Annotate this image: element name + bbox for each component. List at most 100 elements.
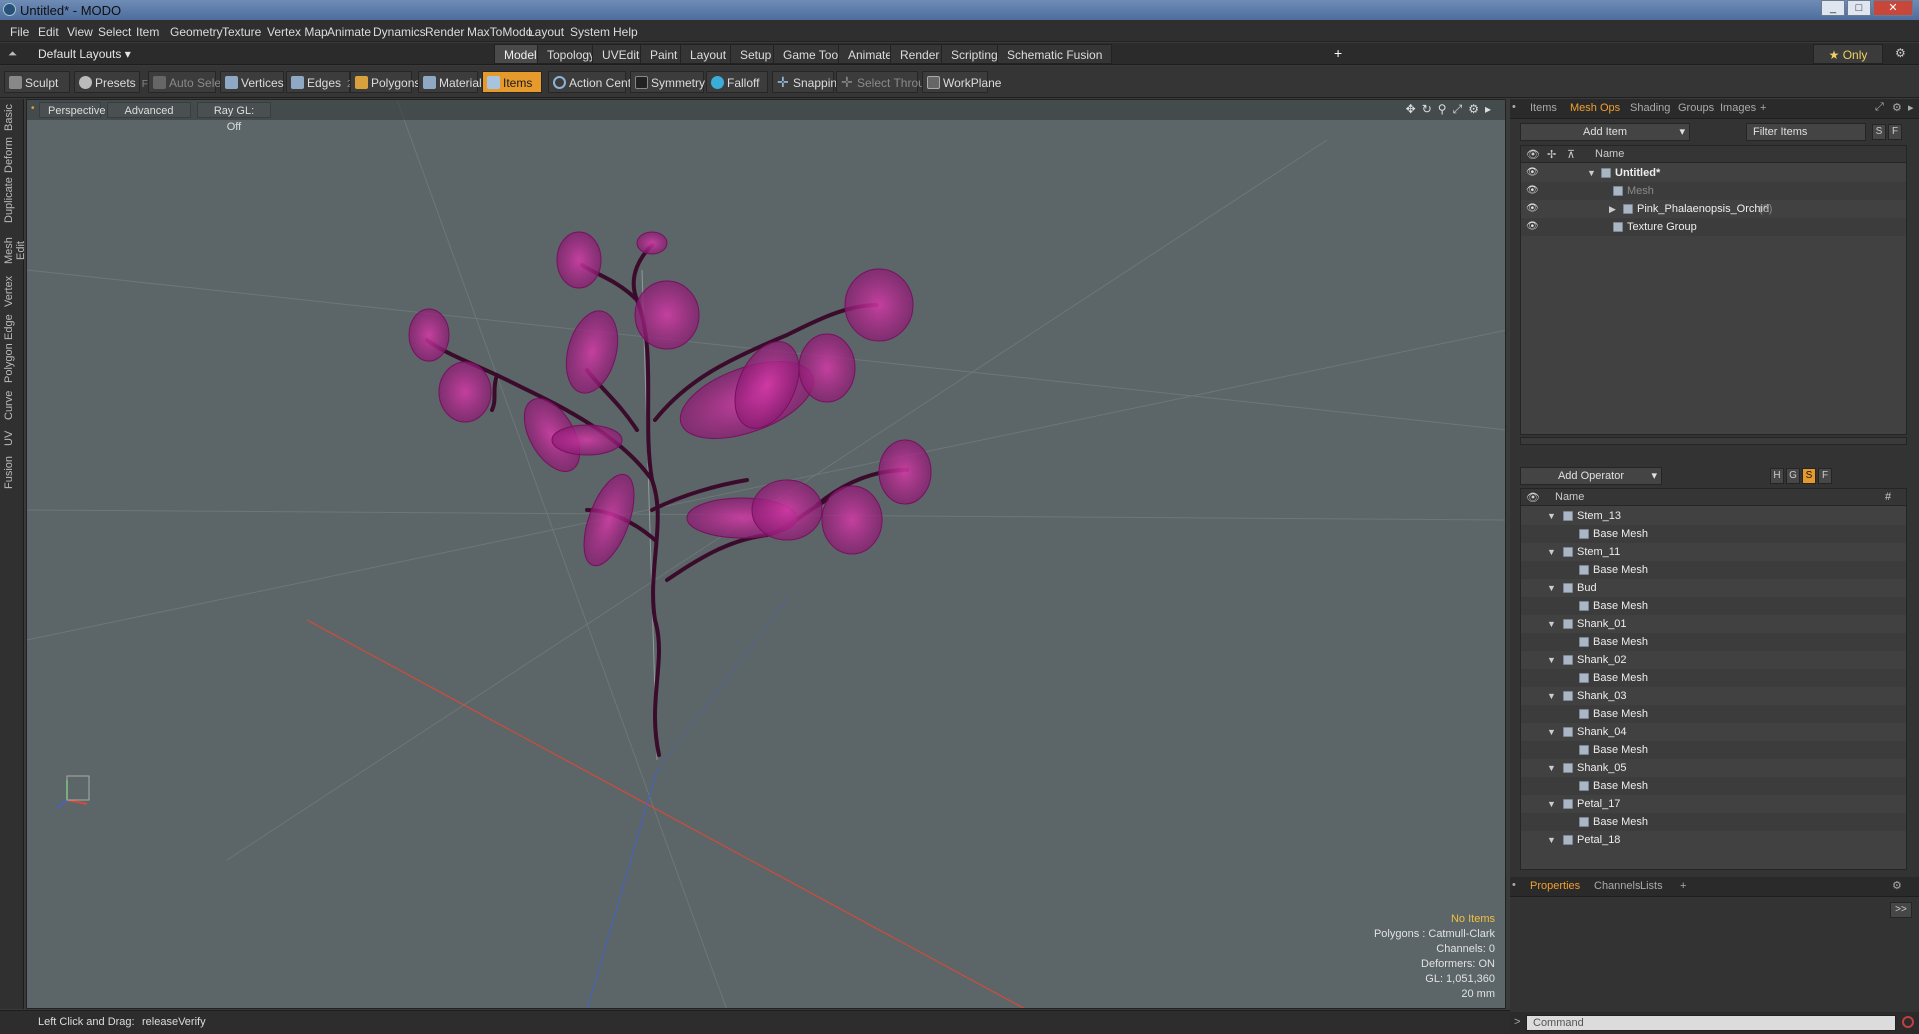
maximize-icon[interactable]: ⤢ bbox=[1453, 102, 1463, 117]
panel-gear-icon[interactable]: ⚙ bbox=[1892, 101, 1902, 114]
mesh-op-row[interactable]: ▼ Shank_05 bbox=[1521, 759, 1906, 777]
viewport-scene[interactable] bbox=[27, 100, 1506, 1009]
select-through-button[interactable]: ✛ Select Through bbox=[836, 71, 938, 93]
expand-down-icon[interactable]: ▼ bbox=[1547, 651, 1556, 669]
pan-icon[interactable]: ✥ bbox=[1406, 102, 1416, 117]
falloff-button[interactable]: Falloff bbox=[706, 71, 768, 93]
only-toggle[interactable]: ★ Only bbox=[1813, 44, 1883, 64]
add-item-button[interactable]: Add Item ▾ bbox=[1520, 123, 1690, 141]
item-row[interactable]: 👁 ▶ Pink_Phalaenopsis_Orchid (3) bbox=[1521, 200, 1906, 218]
properties-tab-lists[interactable]: Lists bbox=[1640, 880, 1663, 892]
panel-tab-shading[interactable]: Shading bbox=[1630, 102, 1670, 114]
orchid-model[interactable] bbox=[408, 231, 932, 757]
eye-icon[interactable]: 👁 bbox=[1526, 218, 1539, 236]
left-tab-edge[interactable]: Edge bbox=[3, 313, 21, 341]
expand-down-icon[interactable]: ▼ bbox=[1587, 164, 1596, 182]
tab-schematic-fusion[interactable]: Schematic Fusion bbox=[997, 44, 1113, 64]
presets-button[interactable]: PresetsF6 bbox=[74, 71, 153, 93]
tab-layout[interactable]: Layout bbox=[680, 44, 737, 64]
mesh-op-row[interactable]: ▼ Shank_04 bbox=[1521, 723, 1906, 741]
filter-s-button[interactable]: S bbox=[1872, 124, 1886, 140]
viewport-gear-icon[interactable]: ⚙ bbox=[1468, 102, 1479, 117]
left-tab-vertex[interactable]: Vertex bbox=[3, 276, 21, 307]
view-type-dropdown[interactable]: Perspective bbox=[39, 102, 105, 118]
mesh-op-row[interactable]: ▼ Stem_13 bbox=[1521, 507, 1906, 525]
base-mesh-row[interactable]: Base Mesh bbox=[1521, 741, 1906, 759]
mesh-op-row[interactable]: ▼ Bud bbox=[1521, 579, 1906, 597]
close-button[interactable]: ✕ bbox=[1873, 0, 1913, 16]
mesh-op-row[interactable]: ▼ Petal_17 bbox=[1521, 795, 1906, 813]
base-mesh-row[interactable]: Base Mesh bbox=[1521, 597, 1906, 615]
menu-geometry[interactable]: Geometry bbox=[170, 25, 223, 39]
left-tab-fusion[interactable]: Fusion bbox=[3, 455, 21, 489]
base-mesh-row[interactable]: Base Mesh bbox=[1521, 669, 1906, 687]
items-scrollbar[interactable] bbox=[1520, 437, 1907, 445]
properties-add-tab-button[interactable]: + bbox=[1680, 880, 1686, 892]
expand-down-icon[interactable]: ▼ bbox=[1547, 759, 1556, 777]
mesh-op-row[interactable]: ▼ Shank_01 bbox=[1521, 615, 1906, 633]
panel-tab-items[interactable]: Items bbox=[1530, 102, 1557, 114]
eye-icon[interactable]: 👁 bbox=[1526, 182, 1539, 200]
menu-animate[interactable]: Animate bbox=[327, 25, 371, 39]
base-mesh-row[interactable]: Base Mesh bbox=[1521, 525, 1906, 543]
base-mesh-row[interactable]: Base Mesh bbox=[1521, 777, 1906, 795]
record-icon[interactable] bbox=[1902, 1016, 1914, 1028]
left-tab-curve[interactable]: Curve bbox=[3, 389, 21, 421]
viewport-arrow-icon[interactable]: ▸ bbox=[1485, 102, 1491, 117]
panel-menu-dot[interactable]: • bbox=[1512, 101, 1516, 113]
maximize-button[interactable]: □ bbox=[1847, 0, 1871, 16]
menu-edit[interactable]: Edit bbox=[38, 25, 59, 39]
properties-menu-dot[interactable]: • bbox=[1512, 879, 1516, 891]
menu-item[interactable]: Item bbox=[136, 25, 159, 39]
filter-f-button[interactable]: F bbox=[1888, 124, 1902, 140]
expand-down-icon[interactable]: ▼ bbox=[1547, 687, 1556, 705]
item-row[interactable]: 👁 Texture Group bbox=[1521, 218, 1906, 236]
command-input[interactable]: Command bbox=[1526, 1015, 1896, 1031]
base-mesh-row[interactable]: Base Mesh bbox=[1521, 561, 1906, 579]
menu-select[interactable]: Select bbox=[98, 25, 131, 39]
expand-down-icon[interactable]: ▼ bbox=[1547, 831, 1556, 849]
expand-right-icon[interactable]: ▶ bbox=[1609, 200, 1616, 218]
menu-vertex-map[interactable]: Vertex Map bbox=[267, 25, 328, 39]
properties-tab-properties[interactable]: Properties bbox=[1530, 880, 1580, 892]
snapping-button[interactable]: ✛ Snapping bbox=[772, 71, 844, 93]
shading-mode-dropdown[interactable]: Advanced bbox=[107, 102, 191, 118]
mesh-op-row[interactable]: ▼ Stem_11 bbox=[1521, 543, 1906, 561]
left-tab-polygon[interactable]: Polygon bbox=[3, 343, 21, 383]
left-tab-basic[interactable]: Basic bbox=[3, 103, 21, 133]
mesh-op-row[interactable]: ▼ Shank_03 bbox=[1521, 687, 1906, 705]
panel-tab-images[interactable]: Images bbox=[1720, 102, 1756, 114]
panel-tab-groups[interactable]: Groups bbox=[1678, 102, 1714, 114]
item-row[interactable]: 👁 Mesh bbox=[1521, 182, 1906, 200]
menu-layout[interactable]: Layout bbox=[528, 25, 564, 39]
menu-texture[interactable]: Texture bbox=[222, 25, 261, 39]
base-mesh-row[interactable]: Base Mesh bbox=[1521, 633, 1906, 651]
menu-maxtomodo[interactable]: MaxToModo bbox=[467, 25, 532, 39]
mesh-op-row[interactable]: ▼ Shank_02 bbox=[1521, 651, 1906, 669]
menu-help[interactable]: Help bbox=[613, 25, 638, 39]
base-mesh-row[interactable]: Base Mesh bbox=[1521, 813, 1906, 831]
zoom-icon[interactable]: ⚲ bbox=[1438, 102, 1447, 117]
op-filter-g-button[interactable]: G bbox=[1786, 468, 1800, 484]
symmetry-button[interactable]: Symmetry bbox=[630, 71, 705, 93]
filter-items-input[interactable]: Filter Items bbox=[1746, 123, 1866, 141]
properties-gear-icon[interactable]: ⚙ bbox=[1892, 879, 1902, 892]
expand-down-icon[interactable]: ▼ bbox=[1547, 723, 1556, 741]
properties-expand-button[interactable]: >> bbox=[1890, 902, 1912, 918]
menu-view[interactable]: View bbox=[67, 25, 93, 39]
panel-expand-icon[interactable]: ⤢ bbox=[1875, 101, 1884, 114]
expand-down-icon[interactable]: ▼ bbox=[1547, 507, 1556, 525]
action-center-button[interactable]: Action Center bbox=[548, 71, 642, 93]
menu-file[interactable]: File bbox=[10, 25, 29, 39]
panel-tab-mesh-ops[interactable]: Mesh Ops bbox=[1570, 102, 1620, 114]
workplane-button[interactable]: WorkPlane bbox=[922, 71, 1001, 93]
expand-down-icon[interactable]: ▼ bbox=[1547, 795, 1556, 813]
properties-tab-channels[interactable]: Channels bbox=[1594, 880, 1640, 892]
expand-down-icon[interactable]: ▼ bbox=[1547, 543, 1556, 561]
menu-render[interactable]: Render bbox=[425, 25, 464, 39]
menu-dynamics[interactable]: Dynamics bbox=[373, 25, 426, 39]
left-tab-mesh-edit[interactable]: Mesh Edit bbox=[3, 229, 27, 273]
add-operator-button[interactable]: Add Operator ▾ bbox=[1520, 467, 1662, 485]
expand-down-icon[interactable]: ▼ bbox=[1547, 579, 1556, 597]
left-tab-uv[interactable]: UV bbox=[3, 427, 21, 449]
